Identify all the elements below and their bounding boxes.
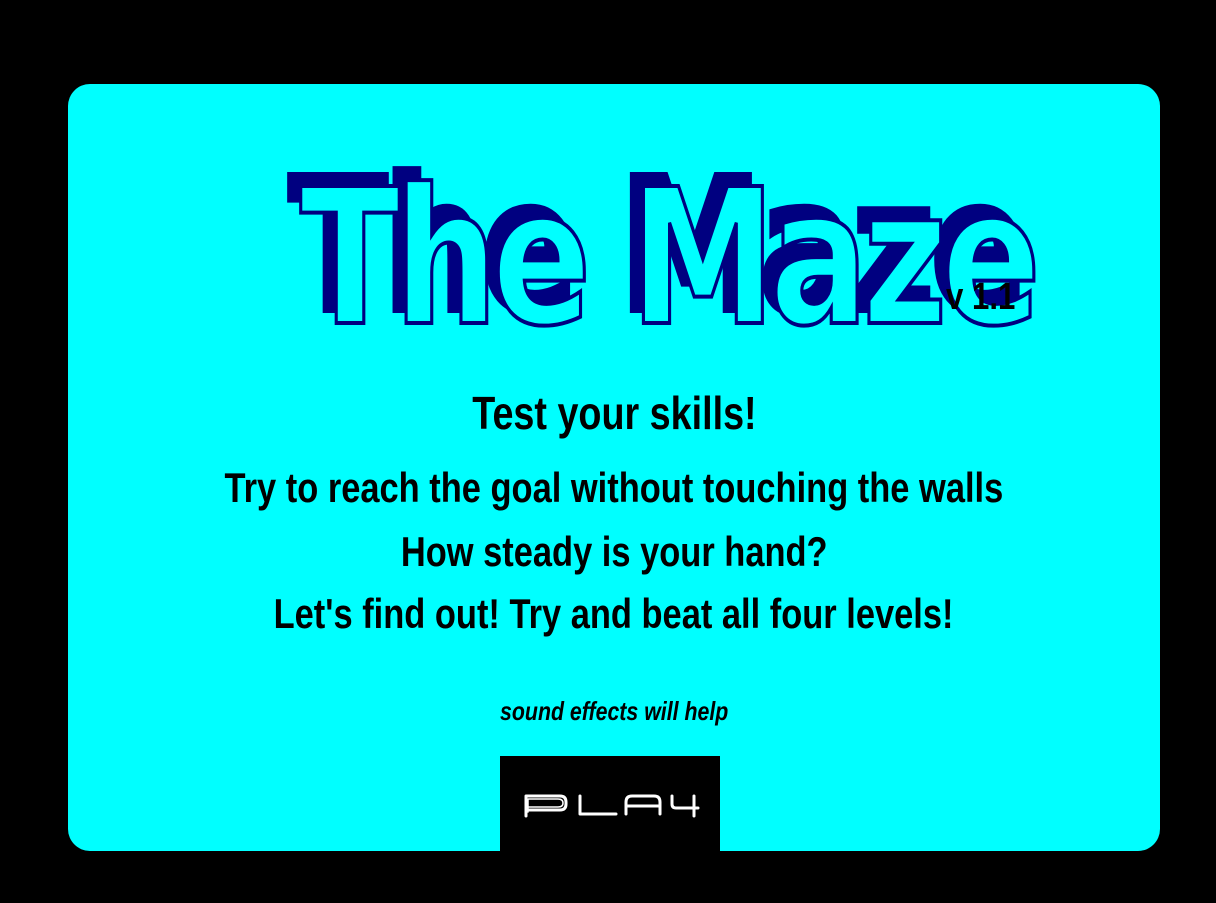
game-title: The Maze The Maze <box>286 132 1042 370</box>
headline-text: Test your skills! <box>471 387 757 439</box>
play-button-label: PLAY <box>500 756 501 757</box>
game-screen: The Maze The Maze v 1.1 Test your skills… <box>0 0 1216 903</box>
description-line: Try to reach the goal without touching t… <box>68 464 1160 512</box>
title-panel: The Maze The Maze v 1.1 Test your skills… <box>68 84 1160 851</box>
description-line-1: Try to reach the goal without touching t… <box>224 464 1004 511</box>
description-line-3: Let's find out! Try and beat all four le… <box>274 590 954 637</box>
sound-hint: sound effects will help <box>68 696 1160 727</box>
description-line: How steady is your hand? <box>68 528 1160 576</box>
sound-hint-text: sound effects will help <box>499 696 729 726</box>
game-title-front: The Maze <box>298 147 1042 370</box>
play-logo-icon <box>524 794 700 818</box>
version-label: v 1.1 <box>946 276 1016 318</box>
play-button[interactable]: PLAY <box>500 756 720 851</box>
headline: Test your skills! <box>68 386 1160 440</box>
description-line-2: How steady is your hand? <box>400 528 828 575</box>
description-line: Let's find out! Try and beat all four le… <box>68 590 1160 638</box>
